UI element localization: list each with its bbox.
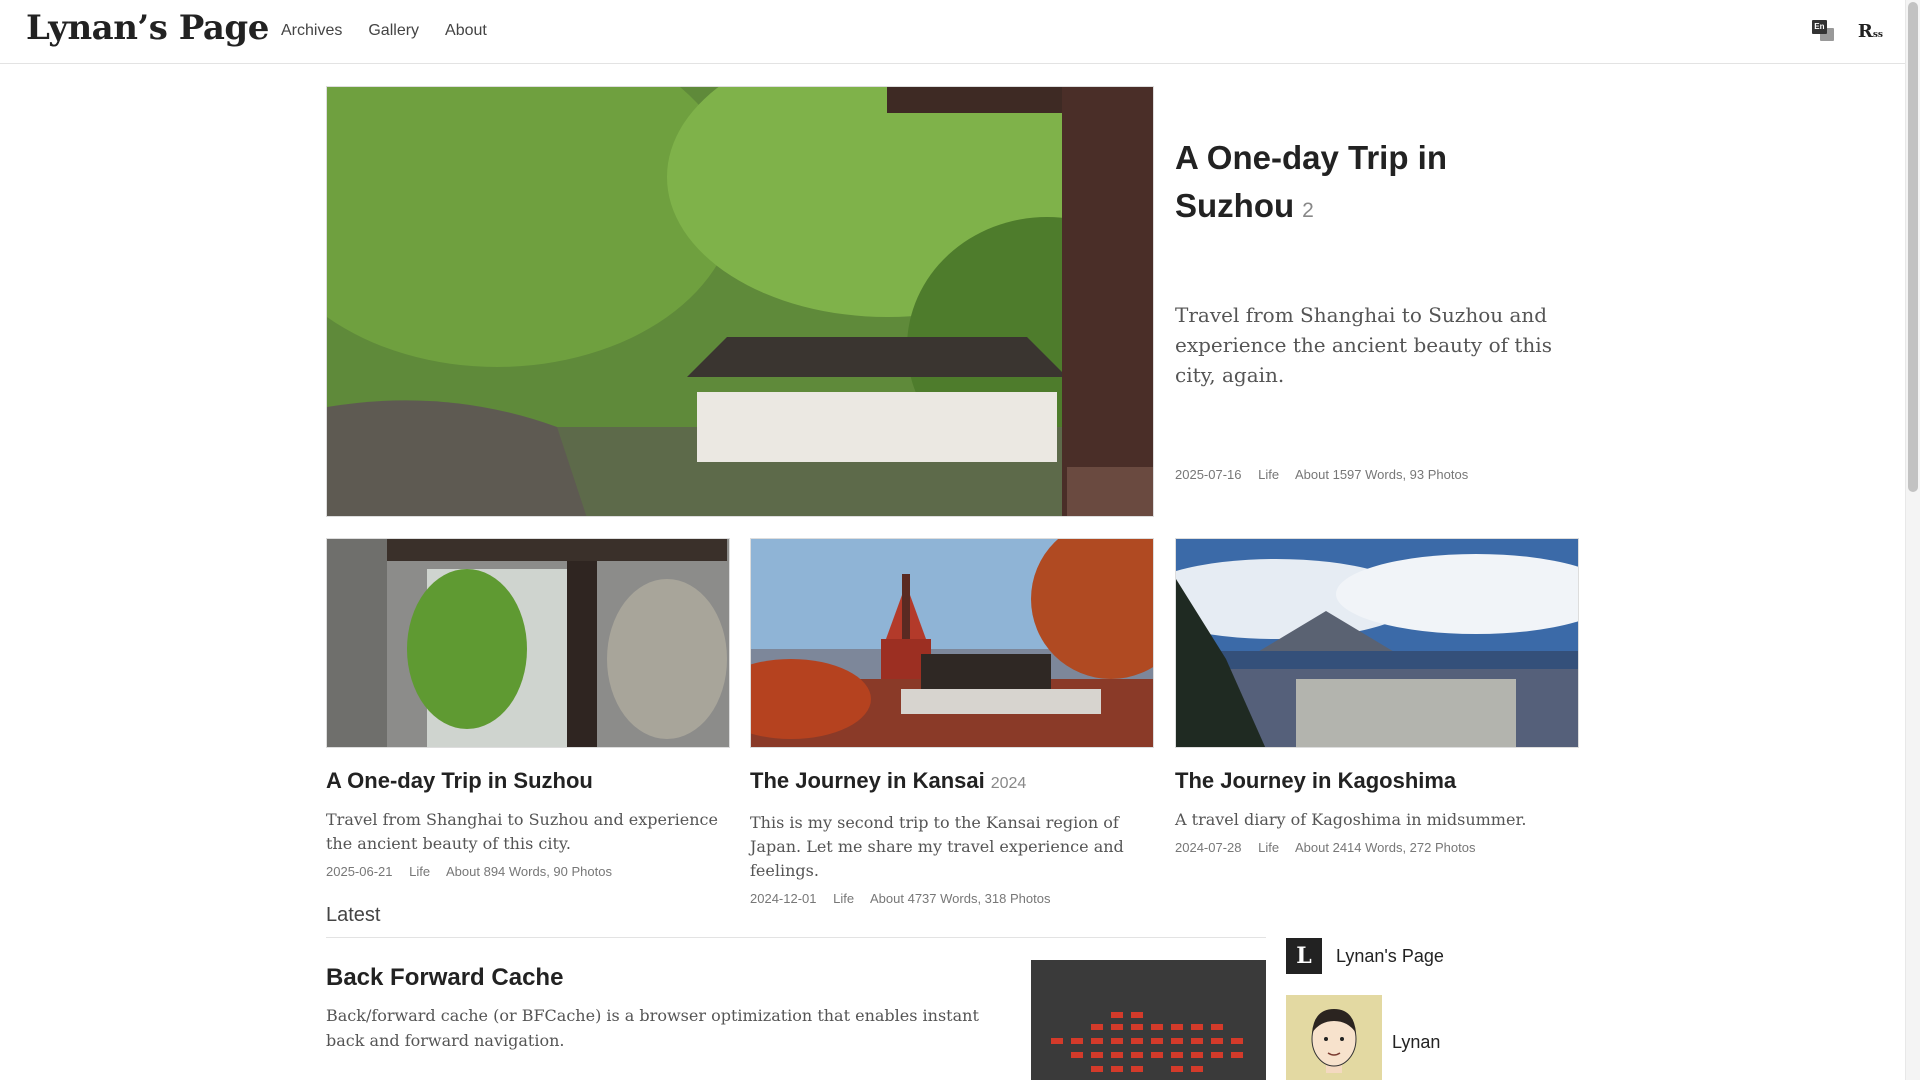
- post-card-description: Travel from Shanghai to Suzhou and exper…: [326, 810, 718, 853]
- post-stats: About 894 Words, 90 Photos: [446, 864, 612, 879]
- featured-post-title[interactable]: A One-day Trip in Suzhou 2: [1175, 134, 1575, 235]
- post-card-meta: 2025-06-21 Life About 894 Words, 90 Phot…: [326, 864, 730, 879]
- author-name[interactable]: Lynan: [1392, 1032, 1440, 1053]
- rss-icon[interactable]: Rss: [1858, 21, 1883, 42]
- nav-archives[interactable]: Archives: [281, 22, 342, 40]
- latest-section-heading: Latest: [326, 904, 1266, 938]
- featured-post-image[interactable]: [326, 86, 1154, 517]
- post-card[interactable]: A One-day Trip in Suzhou Travel from Sha…: [326, 538, 730, 879]
- post-card-title[interactable]: The Journey in Kagoshima: [1175, 766, 1579, 796]
- post-card-description: This is my second trip to the Kansai reg…: [750, 813, 1124, 880]
- post-card-image[interactable]: [1175, 538, 1579, 748]
- post-card-title[interactable]: A One-day Trip in Suzhou: [326, 766, 730, 796]
- sidebar-logo-icon: L: [1286, 938, 1322, 974]
- post-card-year: 2024: [990, 775, 1027, 792]
- post-category[interactable]: Life: [1258, 840, 1279, 855]
- post-date: 2025-06-21: [326, 864, 393, 879]
- sidebar-brand[interactable]: L Lynan's Page: [1286, 938, 1444, 974]
- post-card-meta: 2024-07-28 Life About 2414 Words, 272 Ph…: [1175, 840, 1579, 855]
- post-category[interactable]: Life: [409, 864, 430, 879]
- post-stats: About 1597 Words, 93 Photos: [1295, 467, 1469, 482]
- scrollbar-thumb[interactable]: [1908, 2, 1918, 492]
- latest-post-title[interactable]: Back Forward Cache: [326, 964, 563, 992]
- header-actions: En Rss: [1811, 20, 1883, 42]
- author-avatar: [1286, 995, 1382, 1080]
- post-card-title[interactable]: The Journey in Kansai 2024: [750, 766, 1154, 799]
- post-date: 2025-07-16: [1175, 467, 1242, 482]
- post-stats: About 2414 Words, 272 Photos: [1295, 840, 1476, 855]
- post-card-image[interactable]: [326, 538, 730, 748]
- post-date: 2024-07-28: [1175, 840, 1242, 855]
- featured-post-count: 2: [1302, 199, 1314, 222]
- post-category[interactable]: Life: [1258, 467, 1279, 482]
- nav-about[interactable]: About: [445, 22, 487, 40]
- post-card-description: A travel diary of Kagoshima in midsummer…: [1175, 810, 1527, 829]
- post-card-image[interactable]: [750, 538, 1154, 748]
- post-card[interactable]: The Journey in Kansai 2024 This is my sec…: [750, 538, 1154, 906]
- latest-post-image[interactable]: [1031, 960, 1266, 1080]
- latest-post-description: Back/forward cache (or BFCache) is a bro…: [326, 1006, 979, 1050]
- nav-gallery[interactable]: Gallery: [368, 22, 419, 40]
- featured-post-description: Travel from Shanghai to Suzhou and exper…: [1175, 303, 1552, 387]
- site-logo[interactable]: Lynan’s Page: [26, 8, 269, 48]
- page-scrollbar[interactable]: [1905, 0, 1920, 1080]
- sidebar-brand-name: Lynan's Page: [1336, 945, 1444, 966]
- language-switch-icon[interactable]: En: [1811, 20, 1834, 42]
- featured-post-meta: 2025-07-16 Life About 1597 Words, 93 Pho…: [1175, 467, 1481, 482]
- site-header: Lynan’s Page Archives Gallery About En R…: [0, 0, 1905, 64]
- main-nav: Archives Gallery About: [281, 22, 487, 40]
- post-card[interactable]: The Journey in Kagoshima A travel diary …: [1175, 538, 1579, 855]
